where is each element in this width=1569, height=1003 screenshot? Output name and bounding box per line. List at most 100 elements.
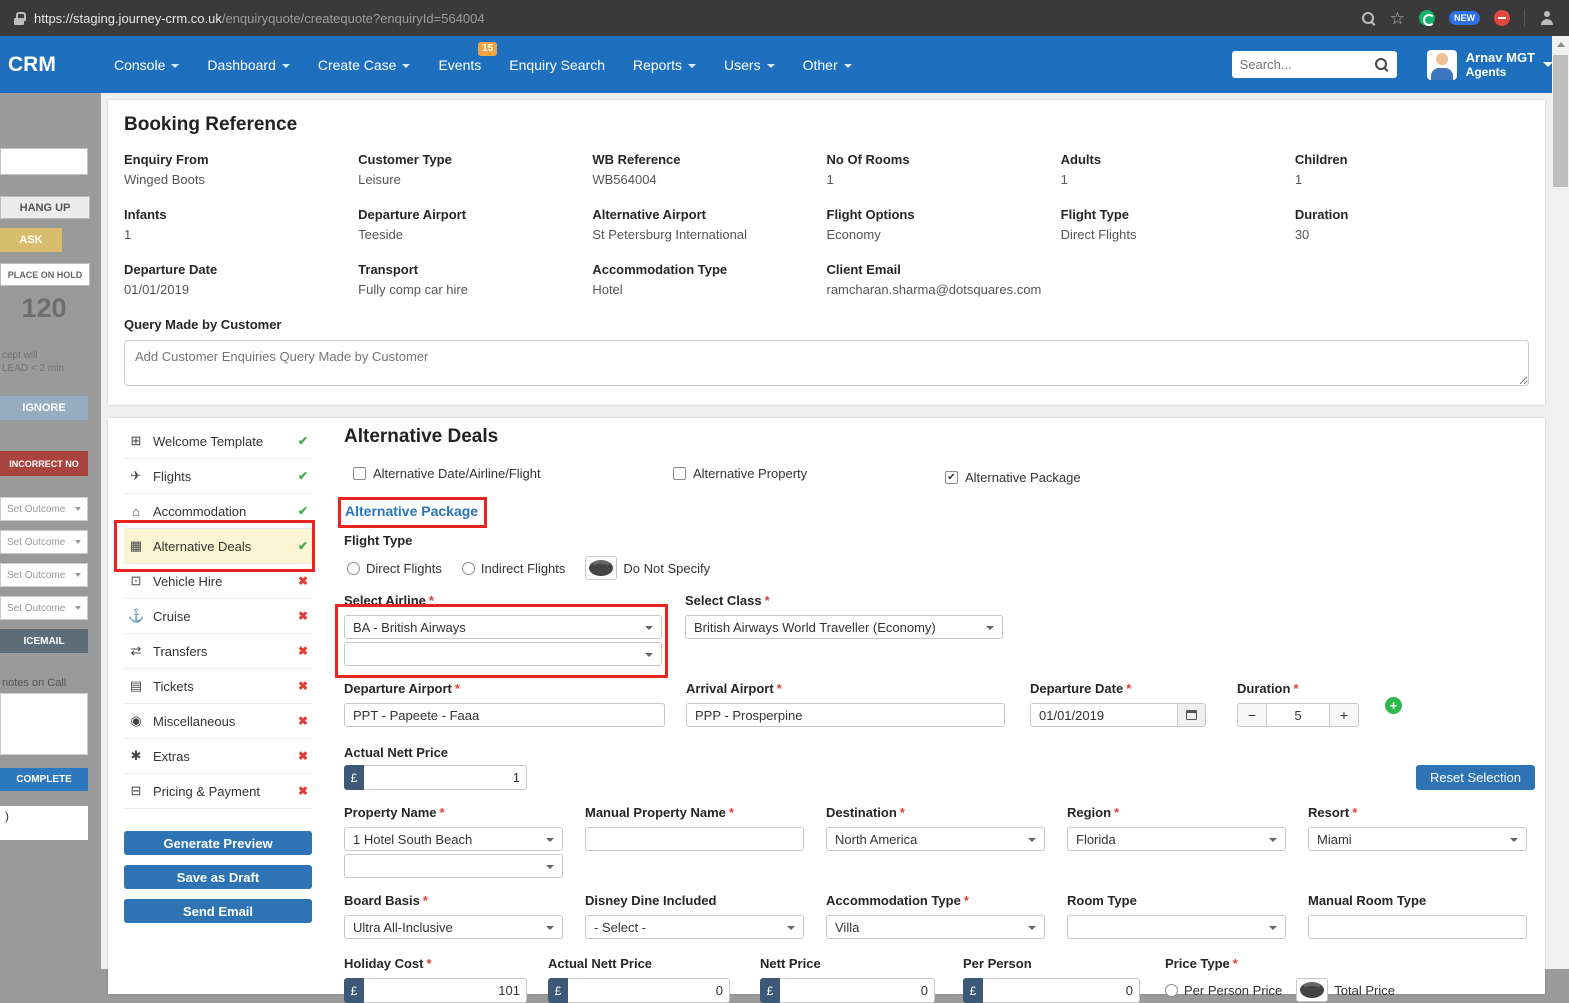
- set-outcome-select-3[interactable]: Set Outcome: [0, 563, 88, 587]
- sidebar-item-accommodation[interactable]: ⌂Accommodation✔: [124, 494, 312, 529]
- duration-decrement-button[interactable]: −: [1237, 703, 1267, 727]
- nav-enquiry-search[interactable]: Enquiry Search: [495, 36, 619, 93]
- grammarly-extension-icon[interactable]: [1419, 10, 1435, 26]
- page-scrollbar[interactable]: [1552, 36, 1569, 969]
- transfers-icon: ⇄: [128, 643, 144, 659]
- region-select[interactable]: Florida: [1067, 827, 1286, 851]
- call-control-panel: HANG UP ASK PLACE ON HOLD 120 cept will …: [0, 93, 101, 969]
- incorrect-no-button[interactable]: INCORRECT NO: [0, 451, 88, 476]
- actual-nett-price-input[interactable]: [364, 765, 527, 790]
- task-button[interactable]: ASK: [0, 228, 62, 252]
- browser-search-icon[interactable]: [1361, 11, 1376, 26]
- place-on-hold-button[interactable]: PLACE ON HOLD: [0, 263, 90, 286]
- checkbox-alternative-package[interactable]: Alternative Package: [945, 470, 1081, 485]
- sidebar-item-welcome-template[interactable]: ⊞Welcome Template✔: [124, 424, 312, 459]
- car-icon: ⊡: [128, 573, 144, 589]
- set-outcome-select-4[interactable]: Set Outcome: [0, 596, 88, 620]
- price-type-radio-per-person[interactable]: Per Person Price: [1165, 978, 1282, 1002]
- per-person-input[interactable]: [983, 978, 1140, 1003]
- call-panel-input[interactable]: [0, 148, 88, 175]
- resort-select[interactable]: Miami: [1308, 827, 1527, 851]
- checkbox-alternative-property[interactable]: Alternative Property: [673, 466, 807, 481]
- nav-create-case[interactable]: Create Case: [304, 36, 425, 93]
- nav-reports[interactable]: Reports: [619, 36, 710, 93]
- departure-date-input[interactable]: [1030, 703, 1178, 727]
- sidebar-item-pricing-payment[interactable]: ⊟Pricing & Payment✖: [124, 774, 312, 809]
- radio-do-not-specify[interactable]: Do Not Specify: [585, 556, 710, 580]
- calendar-button[interactable]: [1178, 703, 1206, 727]
- room-type-select[interactable]: [1067, 915, 1286, 939]
- field-departure-airport: Departure AirportTeeside: [358, 207, 592, 242]
- global-search-input[interactable]: [1240, 57, 1374, 72]
- select-class-label: Select Class: [685, 593, 762, 608]
- alternative-deals-form: Alternative Deals Alternative Date/Airli…: [344, 426, 1535, 1003]
- arrival-airport-label: Arrival Airport: [686, 681, 774, 696]
- voicemail-button[interactable]: ICEMAIL: [0, 629, 88, 653]
- airline-select-secondary[interactable]: [344, 642, 662, 666]
- nav-users[interactable]: Users: [710, 36, 789, 93]
- sidebar-item-tickets[interactable]: ▤Tickets✖: [124, 669, 312, 704]
- accommodation-type-select[interactable]: Villa: [826, 915, 1045, 939]
- departure-airport-input[interactable]: [344, 703, 665, 727]
- browser-profile-icon[interactable]: [1539, 11, 1555, 25]
- disney-dine-select[interactable]: - Select -: [585, 915, 804, 939]
- manual-room-type-input[interactable]: [1308, 915, 1527, 939]
- sidebar-item-flights[interactable]: ✈Flights✔: [124, 459, 312, 494]
- duration-increment-button[interactable]: +: [1329, 703, 1359, 727]
- arrival-airport-input[interactable]: [686, 703, 1005, 727]
- set-outcome-select-1[interactable]: Set Outcome: [0, 497, 88, 521]
- ignore-button[interactable]: IGNORE: [0, 396, 88, 420]
- global-search: [1232, 51, 1397, 78]
- sidebar-item-transfers[interactable]: ⇄Transfers✖: [124, 634, 312, 669]
- class-select[interactable]: British Airways World Traveller (Economy…: [685, 615, 1003, 639]
- user-avatar[interactable]: [1427, 50, 1457, 80]
- property-name-select-secondary[interactable]: [344, 854, 563, 878]
- red-extension-icon[interactable]: [1494, 10, 1510, 26]
- scrollbar-thumb[interactable]: [1553, 55, 1568, 187]
- app-logo[interactable]: CRM: [0, 53, 100, 77]
- flight-type-radios: Direct Flights Indirect Flights Do Not S…: [344, 556, 1535, 580]
- board-basis-select[interactable]: Ultra All-Inclusive: [344, 915, 563, 939]
- region-label: Region: [1067, 805, 1111, 820]
- destination-select[interactable]: North America: [826, 827, 1045, 851]
- radio-indirect-flights[interactable]: Indirect Flights: [462, 556, 566, 580]
- duration-input[interactable]: 5: [1267, 703, 1329, 727]
- nav-dashboard[interactable]: Dashboard: [193, 36, 304, 93]
- checkbox-alternative-date-airline-flight[interactable]: Alternative Date/Airline/Flight: [353, 466, 541, 481]
- search-icon[interactable]: [1374, 57, 1389, 72]
- send-email-button[interactable]: Send Email: [124, 899, 312, 923]
- sidebar-item-extras[interactable]: ✱Extras✖: [124, 739, 312, 774]
- complete-button[interactable]: COMPLETE: [0, 768, 88, 791]
- property-name-select[interactable]: 1 Hotel South Beach: [344, 827, 563, 851]
- generate-preview-button[interactable]: Generate Preview: [124, 831, 312, 855]
- airline-select[interactable]: BA - British Airways: [344, 615, 662, 639]
- radio-direct-flights[interactable]: Direct Flights: [347, 556, 442, 580]
- reset-selection-button[interactable]: Reset Selection: [1416, 765, 1535, 790]
- add-flight-row-button[interactable]: +: [1385, 697, 1402, 714]
- set-outcome-select-2[interactable]: Set Outcome: [0, 530, 88, 554]
- nav-console[interactable]: Console: [100, 36, 193, 93]
- hang-up-button[interactable]: HANG UP: [0, 196, 90, 219]
- user-role: Agents: [1466, 65, 1535, 80]
- nav-other[interactable]: Other: [789, 36, 866, 93]
- sidebar-item-vehicle-hire[interactable]: ⊡Vehicle Hire✖: [124, 564, 312, 599]
- address-bar[interactable]: https://staging.journey-crm.co.uk/enquir…: [34, 11, 485, 26]
- sidebar-item-cruise[interactable]: ⚓Cruise✖: [124, 599, 312, 634]
- holiday-cost-input[interactable]: [364, 978, 527, 1003]
- query-textarea[interactable]: [124, 340, 1529, 386]
- actual-nett-price-2-input[interactable]: [568, 978, 730, 1003]
- nav-events[interactable]: Events15: [424, 36, 495, 93]
- bookmark-star-icon[interactable]: ☆: [1390, 10, 1405, 27]
- cross-icon: ✖: [298, 644, 308, 658]
- save-as-draft-button[interactable]: Save as Draft: [124, 865, 312, 889]
- nett-price-input[interactable]: [780, 978, 935, 1003]
- sidebar-item-alternative-deals[interactable]: ▦Alternative Deals✔: [124, 529, 312, 564]
- call-notes-textarea[interactable]: [0, 693, 88, 755]
- price-type-radio-total[interactable]: Total Price: [1296, 978, 1395, 1002]
- scroll-up-arrow-icon[interactable]: [1552, 36, 1569, 52]
- sidebar-item-miscellaneous[interactable]: ◉Miscellaneous✖: [124, 704, 312, 739]
- alternative-package-link[interactable]: Alternative Package: [345, 503, 478, 519]
- user-menu[interactable]: Arnav MGT Agents: [1466, 50, 1535, 80]
- manual-property-name-input[interactable]: [585, 827, 804, 851]
- new-extension-badge[interactable]: NEW: [1449, 11, 1480, 25]
